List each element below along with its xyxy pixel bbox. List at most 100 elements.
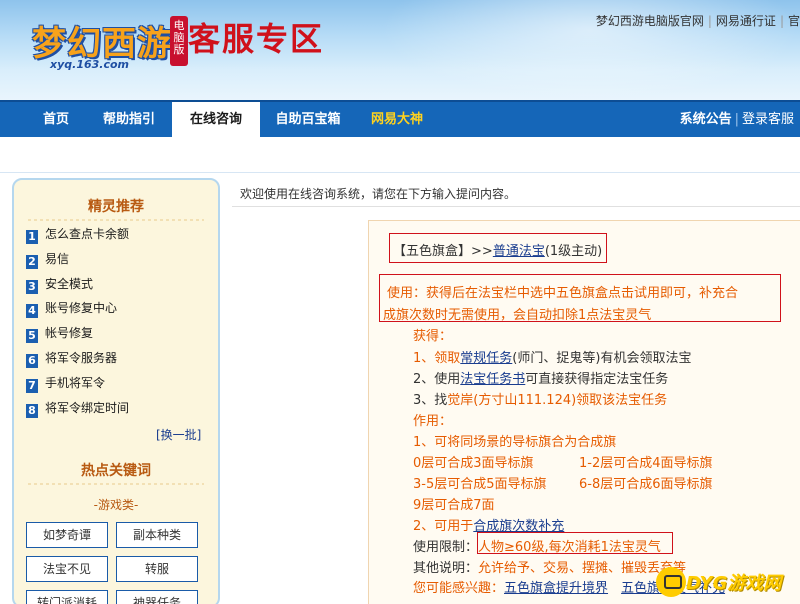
game-logo[interactable]: 梦幻西游 xyq.163.com 电脑版 <box>10 6 188 71</box>
refresh-batch-link[interactable]: [换一批] <box>156 426 201 443</box>
list-item[interactable]: 4 账号修复中心 <box>26 296 212 321</box>
top-links: 梦幻西游电脑版官网 | 网易通行证 | 官 <box>596 12 800 29</box>
site-header: 梦幻西游 xyq.163.com 电脑版 客服专区 梦幻西游电脑版官网 | 网易通行… <box>0 0 800 100</box>
text: 2、使用 <box>413 372 461 387</box>
nav-self-service[interactable]: 自助百宝箱 <box>270 102 346 137</box>
other-notes: 其他说明：允许给予、交易、摆摊、摧毁丢弃等 <box>413 557 686 576</box>
list-item-label: 将军令绑定时间 <box>45 400 130 415</box>
nav-online-consult[interactable]: 在线咨询 <box>172 102 260 139</box>
obtain-title: 获得： <box>413 329 453 344</box>
item-header: 【五色旗盒】>>普通法宝(1级主动) <box>393 240 602 259</box>
list-item-label: 帐号修复 <box>45 326 94 341</box>
number-badge: 5 <box>26 329 38 344</box>
number-badge: 4 <box>26 304 38 319</box>
watermark-text: DYG游戏网 <box>686 573 782 594</box>
hot-keywords-title: 热点关键词 <box>81 463 151 479</box>
separator: | <box>779 14 784 28</box>
recommend-list: 1 怎么查点卡余额 2 易信 3 安全模式 4 账号修复中心 5 帐号修复 6 将军令服务器… <box>26 222 212 420</box>
effect-item-1: 1、可将同场景的导标旗合为合成旗 <box>413 435 617 450</box>
passport-link[interactable]: 网易通行证 <box>716 14 776 28</box>
separator: | <box>707 14 712 28</box>
nav-right: 系统公告 | 登录客服 <box>680 102 794 137</box>
text: 可直接获得指定法宝任务 <box>525 372 669 387</box>
text: (师门、捉鬼等)有机会领取法宝 <box>512 351 692 366</box>
usage-line-1: 使用：获得后在法宝栏中选中五色旗盒点击试用即可，补充合 <box>387 286 739 301</box>
text: 2、可用于 <box>413 519 474 534</box>
effect-detail: 1-2层可合成4面导标旗 <box>579 456 713 471</box>
value: 允许给予、交易、摆摊、摧毁丢弃等 <box>478 561 687 576</box>
title-ornament <box>28 483 204 485</box>
list-item[interactable]: 3 安全模式 <box>26 272 212 297</box>
list-item[interactable]: 2 易信 <box>26 247 212 272</box>
label: 使用限制： <box>413 540 479 555</box>
magic-item-link[interactable]: 普通法宝 <box>493 244 545 259</box>
sub-strip <box>0 137 800 173</box>
related-link[interactable]: 五色旗盒提升境界 <box>504 581 608 596</box>
list-item[interactable]: 6 将军令服务器 <box>26 346 212 371</box>
task-book-link[interactable]: 法宝任务书 <box>460 372 525 387</box>
list-item[interactable]: 1 怎么查点卡余额 <box>26 222 212 247</box>
list-item[interactable]: 8 将军令绑定时间 <box>26 396 212 421</box>
category-label: -游戏类- <box>93 498 139 512</box>
effect-detail: 6-8层可合成6面导标旗 <box>579 477 713 492</box>
recommend-title: 精灵推荐 <box>88 199 144 215</box>
list-item[interactable]: 5 帐号修复 <box>26 321 212 346</box>
usage-limit: 使用限制：人物≥60级,每次消耗1法宝灵气 <box>413 536 661 555</box>
sidebar: 精灵推荐 1 怎么查点卡余额 2 易信 3 安全模式 4 账号修复中心 5 帐号修复 6将… <box>12 178 220 604</box>
page-title: 客服专区 <box>188 20 325 58</box>
label: 其他说明： <box>413 561 479 576</box>
logo-badge: 电脑版 <box>170 16 188 66</box>
number-badge: 7 <box>26 378 38 393</box>
list-item-label: 将军令服务器 <box>45 350 118 365</box>
nav-help-guide[interactable]: 帮助指引 <box>96 102 162 137</box>
watermark: DYG游戏网 <box>656 563 800 604</box>
effect-title: 作用： <box>413 414 453 429</box>
nav-home[interactable]: 首页 <box>28 102 84 137</box>
gamepad-icon <box>656 567 686 597</box>
separator: | <box>734 112 739 127</box>
text: 觉岸(方寸山111.124)领取该法宝任务 <box>447 393 668 408</box>
list-item[interactable]: 7 手机将军令 <box>26 371 212 396</box>
effect-detail: 9层可合成7面 <box>413 498 495 513</box>
official-link[interactable]: 官 <box>788 14 800 28</box>
answer-panel: 【五色旗盒】>>普通法宝(1级主动) 使用：获得后在法宝栏中选中五色旗盒点击试用… <box>368 220 800 604</box>
keyword-button[interactable]: 法宝不见 <box>26 556 108 582</box>
list-item-label: 账号修复中心 <box>45 301 118 316</box>
system-notice-link[interactable]: 系统公告 <box>680 112 732 127</box>
obtain-item-1: 1、领取常规任务(师门、捉鬼等)有机会领取法宝 <box>413 347 691 366</box>
list-item-label: 手机将军令 <box>45 375 106 390</box>
number-badge: 1 <box>26 230 38 244</box>
item-name: 【五色旗盒】 <box>393 244 472 259</box>
obtain-item-2: 2、使用法宝任务书可直接获得指定法宝任务 <box>413 368 668 387</box>
official-site-link[interactable]: 梦幻西游电脑版官网 <box>596 14 704 28</box>
keyword-button[interactable]: 神器任务 <box>116 590 198 604</box>
divider <box>232 206 800 207</box>
regular-task-link[interactable]: 常规任务 <box>460 351 512 366</box>
text: 3、找 <box>413 393 448 408</box>
keyword-button[interactable]: 副本种类 <box>116 522 198 548</box>
effect-detail: 3-5层可合成5面导标旗 <box>413 477 547 492</box>
label: 您可能感兴趣： <box>413 581 505 596</box>
number-badge: 3 <box>26 279 38 294</box>
list-item-label: 安全模式 <box>45 276 94 291</box>
welcome-text: 欢迎使用在线咨询系统，请您在下方输入提问内容。 <box>240 187 517 201</box>
arrow: >> <box>471 244 493 259</box>
number-badge: 8 <box>26 403 38 418</box>
keyword-button[interactable]: 转门派消耗 <box>26 590 108 604</box>
number-badge: 2 <box>26 254 38 269</box>
list-item-label: 易信 <box>45 251 70 266</box>
login-service-link[interactable]: 登录客服 <box>742 112 794 127</box>
list-item-label: 怎么查点卡余额 <box>45 227 130 241</box>
text: 1、领取 <box>413 351 461 366</box>
nav-netease-dashen[interactable]: 网易大神 <box>362 102 432 137</box>
item-level: (1级主动) <box>544 244 603 259</box>
keyword-button[interactable]: 如梦奇谭 <box>26 522 108 548</box>
logo-url: xyq.163.com <box>50 58 129 71</box>
obtain-item-3: 3、找觉岸(方寸山111.124)领取该法宝任务 <box>413 389 667 408</box>
effect-detail: 0层可合成3面导标旗 <box>413 456 534 471</box>
usage-line-2: 成旗次数时无需使用，会自动扣除1点法宝灵气 <box>383 308 652 323</box>
value: 人物≥60级,每次消耗1法宝灵气 <box>478 540 661 555</box>
keyword-button[interactable]: 转服 <box>116 556 198 582</box>
number-badge: 6 <box>26 353 38 368</box>
